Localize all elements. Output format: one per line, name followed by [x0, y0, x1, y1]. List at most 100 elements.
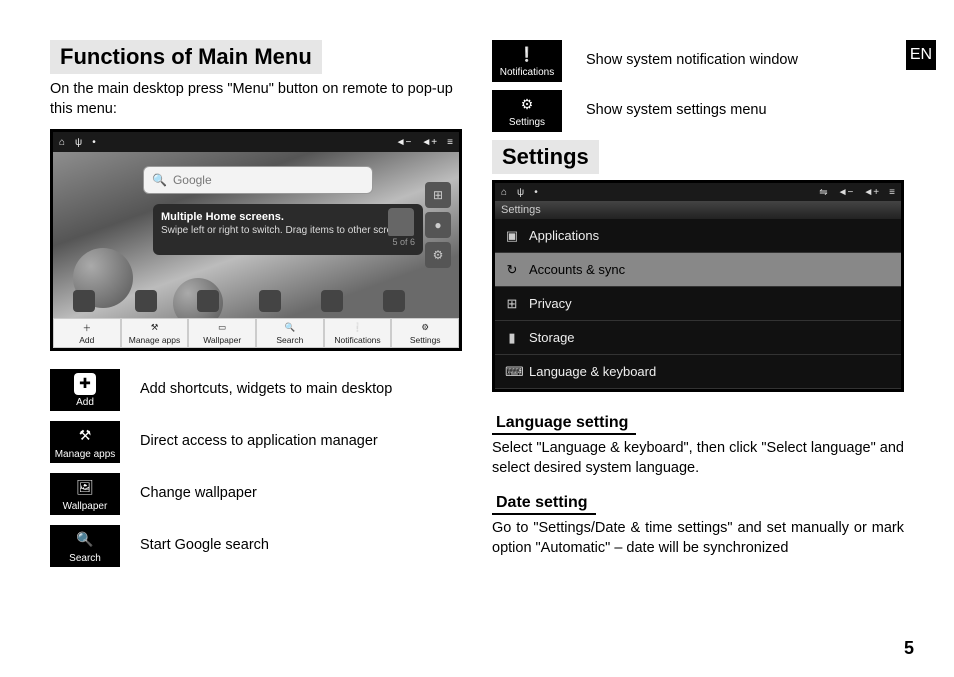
- item-desc: Direct access to application manager: [140, 432, 462, 452]
- homescreen-screenshot: ⌂ ψ • ◄− ◄+ ≡ 🔍 Google Multiple Home scr…: [50, 129, 462, 351]
- browser-icon[interactable]: ●: [425, 212, 451, 238]
- row-icon: ↻: [505, 262, 519, 278]
- item-add: ✚ Add Add shortcuts, widgets to main des…: [50, 369, 462, 411]
- row-icon: ⌨: [505, 364, 519, 380]
- vol-down-icon: ◄−: [396, 137, 412, 148]
- settings-row-language-keyboard[interactable]: ⌨ Language & keyboard: [495, 355, 901, 389]
- tooltip-body: Swipe left or right to switch. Drag item…: [161, 225, 411, 236]
- tile-settings: ⚙ Settings: [492, 90, 562, 132]
- dock-app-5[interactable]: [321, 290, 343, 312]
- tile-add: ✚ Add: [50, 369, 120, 411]
- settings-row-applications[interactable]: ▣ Applications: [495, 219, 901, 253]
- tile-manage-apps: ⚒ Manage apps: [50, 421, 120, 463]
- alert-icon: ❕: [517, 45, 537, 65]
- android-icon: [388, 208, 414, 236]
- item-wallpaper: 🖼 Wallpaper Change wallpaper: [50, 473, 462, 515]
- section-title-functions: Functions of Main Menu: [50, 40, 322, 74]
- page-number: 5: [904, 638, 914, 659]
- row-icon: ⊞: [505, 296, 519, 312]
- row-label: Privacy: [529, 296, 572, 311]
- plus-icon: ＋: [81, 322, 93, 334]
- tile-label: Settings: [509, 117, 545, 128]
- menu-settings[interactable]: ⚙Settings: [391, 318, 459, 348]
- google-search-bar[interactable]: 🔍 Google: [143, 166, 373, 194]
- vol-up-icon: ◄+: [863, 187, 879, 198]
- tile-label: Manage apps: [55, 449, 116, 460]
- tile-notifications: ❕ Notifications: [492, 40, 562, 82]
- menu-icon: ≡: [447, 137, 453, 148]
- item-desc: Add shortcuts, widgets to main desktop: [140, 380, 462, 400]
- search-icon: 🔍: [284, 322, 296, 334]
- apps-grid-icon[interactable]: ⊞: [425, 182, 451, 208]
- dock-app-2[interactable]: [135, 290, 157, 312]
- dock-app-1[interactable]: [73, 290, 95, 312]
- menu-manage-apps[interactable]: ⚒Manage apps: [121, 318, 189, 348]
- subhead-date: Date setting: [492, 494, 596, 515]
- item-desc: Show system notification window: [586, 51, 904, 71]
- item-desc: Show system settings menu: [586, 101, 904, 121]
- wrench-icon: ⚒: [149, 322, 161, 334]
- settings-row-storage[interactable]: ▮ Storage: [495, 321, 901, 355]
- left-column: Functions of Main Menu On the main deskt…: [50, 40, 462, 577]
- wallpaper-area: 🔍 Google Multiple Home screens. Swipe le…: [53, 152, 459, 318]
- home-icon: ⌂: [501, 187, 507, 198]
- settings-screenshot: ⌂ ψ • ⇋ ◄− ◄+ ≡ Settings ▣ Applications ↻ A…: [492, 180, 904, 392]
- item-desc: Start Google search: [140, 536, 462, 556]
- menu-icon: ≡: [889, 187, 895, 198]
- tooltip-title: Multiple Home screens.: [161, 211, 284, 223]
- settings-row-accounts-sync[interactable]: ↻ Accounts & sync: [495, 253, 901, 287]
- status-bar: ⌂ ψ • ◄− ◄+ ≡: [53, 132, 459, 152]
- dock-app-4[interactable]: [259, 290, 281, 312]
- settings-header: Settings: [495, 201, 901, 219]
- usb-icon: ψ: [517, 187, 524, 198]
- tile-label: Wallpaper: [63, 501, 108, 512]
- menu-notifications[interactable]: ❕Notifications: [324, 318, 392, 348]
- usb-icon: ψ: [75, 137, 82, 148]
- dock-app-3[interactable]: [197, 290, 219, 312]
- menu-strip: ＋Add ⚒Manage apps ▭Wallpaper 🔍Search ❕No…: [53, 318, 459, 348]
- home-icon: ⌂: [59, 137, 65, 148]
- search-placeholder: Google: [173, 173, 212, 187]
- search-icon: 🔍: [74, 529, 96, 551]
- tile-label: Search: [69, 553, 101, 564]
- language-body: Select "Language & keyboard", then click…: [492, 439, 904, 478]
- picture-icon: 🖼: [74, 477, 96, 499]
- settings-list: ▣ Applications ↻ Accounts & sync ⊞ Privacy ▮ St…: [495, 219, 901, 389]
- wrench-icon: ⚒: [74, 425, 96, 447]
- item-desc: Change wallpaper: [140, 484, 462, 504]
- tile-label: Notifications: [500, 67, 554, 78]
- row-label: Accounts & sync: [529, 262, 625, 277]
- tile-label: Add: [76, 397, 94, 408]
- dock: [53, 290, 425, 312]
- row-label: Applications: [529, 228, 599, 243]
- row-label: Language & keyboard: [529, 364, 656, 379]
- right-column: ❕ Notifications Show system notification…: [492, 40, 904, 577]
- status-bar: ⌂ ψ • ⇋ ◄− ◄+ ≡: [495, 183, 901, 201]
- row-icon: ▮: [505, 330, 519, 346]
- vol-down-icon: ◄−: [838, 187, 854, 198]
- section-title-settings: Settings: [492, 140, 599, 174]
- menu-search[interactable]: 🔍Search: [256, 318, 324, 348]
- dock-app-6[interactable]: [383, 290, 405, 312]
- picture-icon: ▭: [216, 322, 228, 334]
- settings-row-privacy[interactable]: ⊞ Privacy: [495, 287, 901, 321]
- tooltip-count: 5 of 6: [161, 237, 415, 249]
- homescreen-tooltip: Multiple Home screens. Swipe left or rig…: [153, 204, 423, 255]
- gear-icon[interactable]: ⚙: [425, 242, 451, 268]
- tile-wallpaper: 🖼 Wallpaper: [50, 473, 120, 515]
- gear-icon: ⚙: [419, 322, 431, 334]
- tile-search: 🔍 Search: [50, 525, 120, 567]
- intro-text: On the main desktop press "Menu" button …: [50, 80, 462, 119]
- row-icon: ▣: [505, 228, 519, 244]
- menu-wallpaper[interactable]: ▭Wallpaper: [188, 318, 256, 348]
- wifi-icon: ⇋: [819, 187, 827, 198]
- vol-up-icon: ◄+: [421, 137, 437, 148]
- item-search: 🔍 Search Start Google search: [50, 525, 462, 567]
- subhead-language: Language setting: [492, 414, 636, 435]
- item-settings: ⚙ Settings Show system settings menu: [492, 90, 904, 132]
- menu-add[interactable]: ＋Add: [53, 318, 121, 348]
- language-tag: EN: [906, 40, 936, 70]
- dot-icon: •: [534, 187, 538, 198]
- date-body: Go to "Settings/Date & time settings" an…: [492, 519, 904, 558]
- row-label: Storage: [529, 330, 575, 345]
